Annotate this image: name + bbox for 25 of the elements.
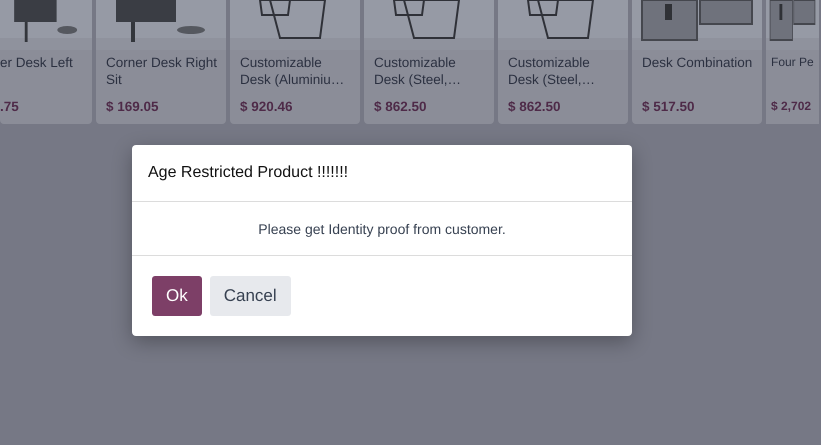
product-price: $ 920.46 (240, 99, 294, 114)
product-card[interactable]: Desk Combination $ 517.50 (632, 0, 762, 124)
product-name: Customizable Desk (Steel,… (374, 54, 462, 88)
product-price: $ 862.50 (508, 99, 562, 114)
ok-button[interactable]: Ok (152, 276, 202, 316)
dialog-message: Please get Identity proof from customer. (258, 220, 506, 236)
product-name: Customizable Desk (Steel,… (508, 54, 596, 88)
product-name: Four Pe (771, 54, 815, 71)
product-price: $ 2,702 (771, 99, 812, 113)
product-name: Customizable Desk (Aluminiu… (240, 54, 346, 88)
product-card[interactable]: er Desk Left .75 (0, 0, 92, 124)
product-price: $ 517.50 (642, 99, 696, 114)
product-card[interactable]: Customizable Desk (Steel,… $ 862.50 (498, 0, 628, 124)
product-card[interactable]: Customizable Desk (Aluminiu… $ 920.46 (230, 0, 360, 124)
cancel-button[interactable]: Cancel (210, 276, 291, 316)
product-price: .75 (0, 99, 20, 114)
product-name: er Desk Left (0, 54, 74, 72)
product-card[interactable]: Four Pe $ 2,702 (766, 0, 819, 124)
product-name: Desk Combination (642, 54, 754, 72)
product-card[interactable]: Corner Desk Right Sit $ 169.05 (96, 0, 226, 124)
dialog-title: Age Restricted Product !!!!!!! (148, 164, 348, 182)
product-name: Corner Desk Right Sit (106, 54, 218, 88)
product-card[interactable]: Customizable Desk (Steel,… $ 862.50 (364, 0, 494, 124)
product-price: $ 862.50 (374, 99, 428, 114)
product-price: $ 169.05 (106, 99, 160, 114)
